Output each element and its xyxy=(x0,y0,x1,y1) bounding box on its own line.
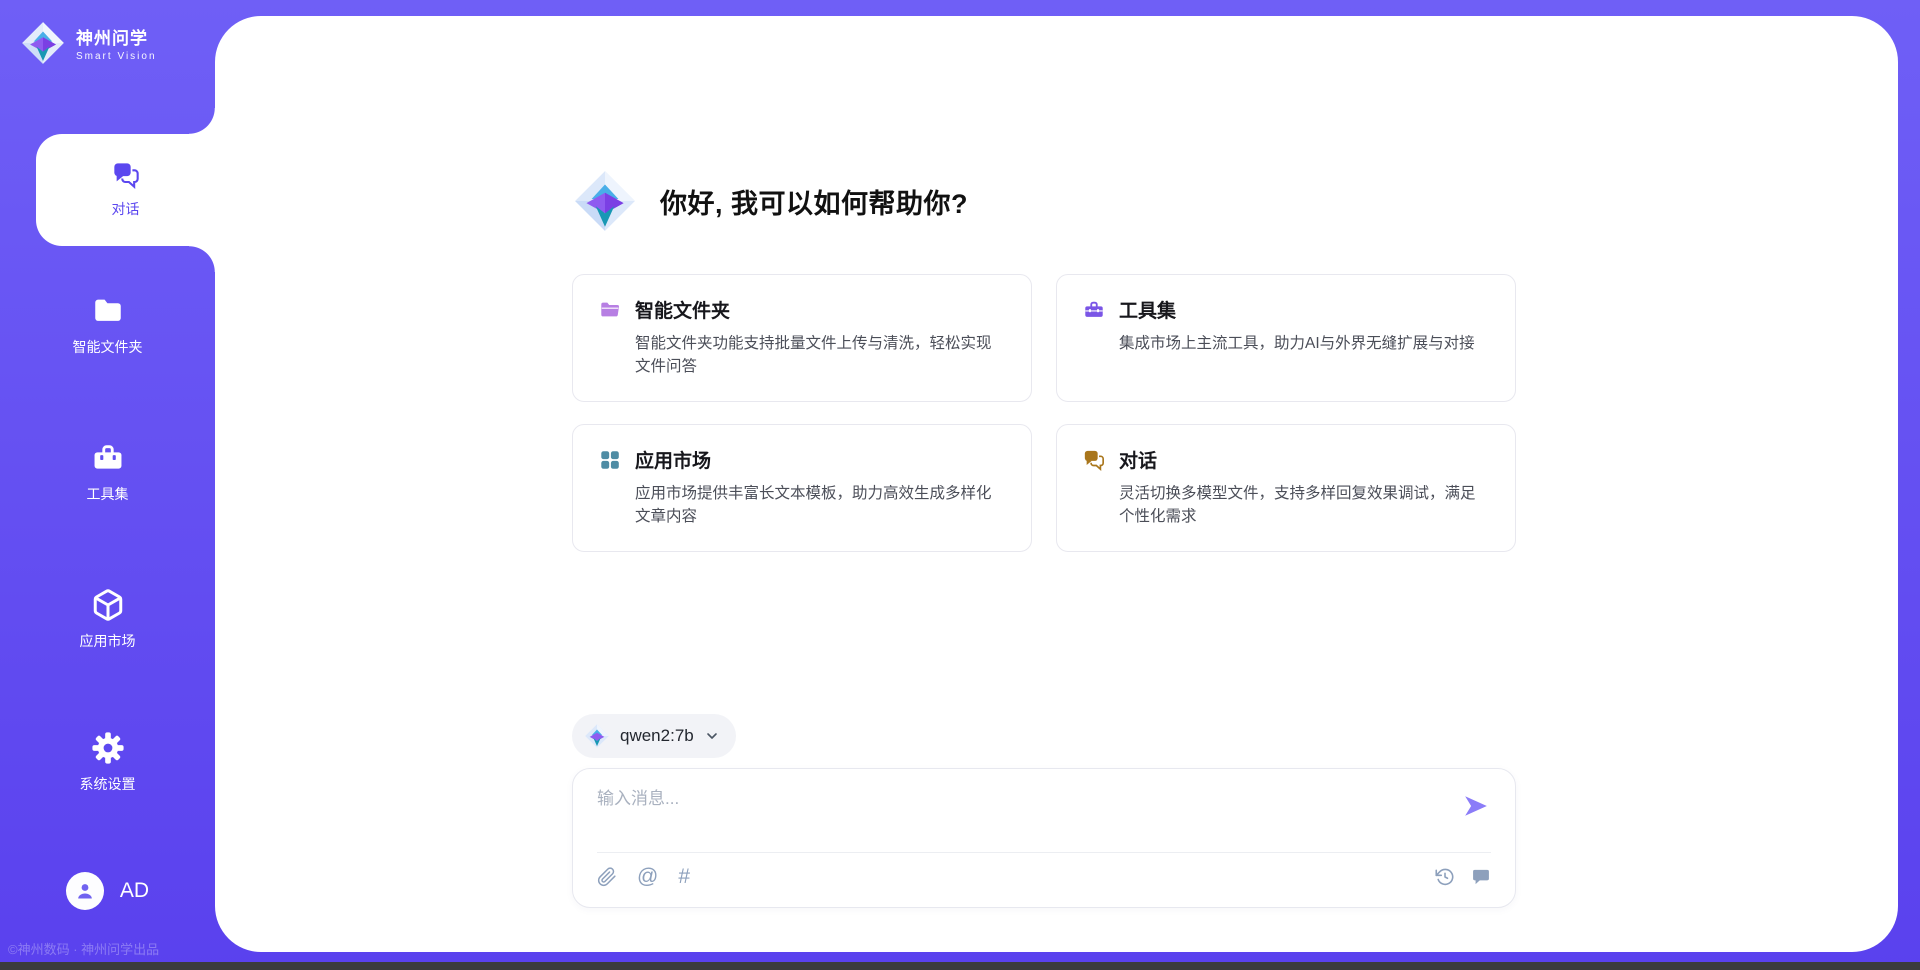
card-title: 智能文件夹 xyxy=(635,296,730,323)
toolbox-icon xyxy=(1083,299,1105,321)
greeting: 你好, 我可以如何帮助你? xyxy=(572,16,1516,234)
folder-icon xyxy=(91,294,125,328)
avatar xyxy=(66,872,104,910)
chevron-down-icon xyxy=(704,728,720,744)
sidebar-item-label: 系统设置 xyxy=(80,774,136,794)
logo-diamond-icon xyxy=(584,723,610,749)
message-composer: @ # xyxy=(572,768,1516,908)
app-logo: 神州问学 Smart Vision xyxy=(20,20,157,66)
sidebar: 神州问学 Smart Vision 对话 智能文件夹 xyxy=(0,0,215,970)
cube-icon xyxy=(91,588,125,622)
sidebar-item-label: 工具集 xyxy=(87,484,129,504)
app-window: 神州问学 Smart Vision 对话 智能文件夹 xyxy=(0,0,1920,970)
hashtag-icon[interactable]: # xyxy=(678,866,690,887)
card-title: 工具集 xyxy=(1119,296,1176,323)
user-profile[interactable]: AD xyxy=(0,872,215,910)
card-description: 应用市场提供丰富长文本模板，助力高效生成多样化文章内容 xyxy=(599,482,1005,529)
card-title: 应用市场 xyxy=(635,446,711,473)
message-input[interactable] xyxy=(597,789,1437,809)
greeting-text: 你好, 我可以如何帮助你? xyxy=(660,182,968,221)
person-icon xyxy=(73,879,97,903)
feedback-bubble-icon[interactable] xyxy=(1471,867,1491,887)
folder-icon xyxy=(599,299,621,321)
card-app-market[interactable]: 应用市场 应用市场提供丰富长文本模板，助力高效生成多样化文章内容 xyxy=(572,424,1032,552)
sidebar-item-settings[interactable]: 系统设置 xyxy=(0,731,215,794)
sidebar-item-label: 应用市场 xyxy=(80,631,136,651)
card-chat[interactable]: 对话 灵活切换多模型文件，支持多样回复效果调试，满足个性化需求 xyxy=(1056,424,1516,552)
model-selector[interactable]: qwen2:7b xyxy=(572,714,736,758)
sidebar-item-smart-folder[interactable]: 智能文件夹 xyxy=(0,294,215,357)
sidebar-item-toolset[interactable]: 工具集 xyxy=(0,441,215,504)
card-title: 对话 xyxy=(1119,446,1157,473)
feature-cards: 智能文件夹 智能文件夹功能支持批量文件上传与清洗，轻松实现文件问答 工具 xyxy=(572,274,1516,552)
main-panel: 你好, 我可以如何帮助你? 智能文件夹 智能文件夹功能支持批量文件上传与清洗，轻… xyxy=(215,16,1898,952)
history-icon[interactable] xyxy=(1435,867,1455,887)
user-name: AD xyxy=(120,879,149,903)
toolbox-icon xyxy=(91,441,125,475)
card-description: 灵活切换多模型文件，支持多样回复效果调试，满足个性化需求 xyxy=(1083,482,1489,529)
attachment-icon[interactable] xyxy=(597,867,617,887)
bottom-edge xyxy=(0,962,1920,970)
logo-diamond-icon xyxy=(572,168,638,234)
model-name: qwen2:7b xyxy=(620,726,694,746)
sidebar-item-label: 对话 xyxy=(112,199,140,219)
mention-icon[interactable]: @ xyxy=(637,866,658,887)
logo-diamond-icon xyxy=(20,20,66,66)
card-description: 集成市场上主流工具，助力AI与外界无缝扩展与对接 xyxy=(1083,332,1489,355)
copyright: ©神州数码 · 神州问学出品 xyxy=(8,939,159,958)
chat-icon xyxy=(1083,449,1105,471)
card-toolset[interactable]: 工具集 集成市场上主流工具，助力AI与外界无缝扩展与对接 xyxy=(1056,274,1516,402)
card-description: 智能文件夹功能支持批量文件上传与清洗，轻松实现文件问答 xyxy=(599,332,1005,379)
sidebar-item-chat[interactable]: 对话 xyxy=(36,134,215,246)
card-smart-folder[interactable]: 智能文件夹 智能文件夹功能支持批量文件上传与清洗，轻松实现文件问答 xyxy=(572,274,1032,402)
send-icon[interactable] xyxy=(1463,793,1489,819)
sidebar-item-app-market[interactable]: 应用市场 xyxy=(0,588,215,651)
chat-icon xyxy=(112,161,140,189)
logo-title: 神州问学 xyxy=(76,24,157,49)
grid-icon xyxy=(599,449,621,471)
sidebar-item-label: 智能文件夹 xyxy=(73,337,143,357)
gear-icon xyxy=(91,731,125,765)
logo-subtitle: Smart Vision xyxy=(76,51,157,62)
